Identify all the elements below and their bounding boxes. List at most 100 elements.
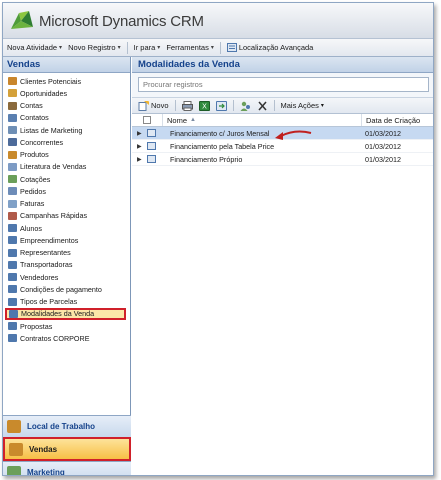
sidebar-item-label: Contatos bbox=[20, 113, 49, 123]
search-input[interactable] bbox=[138, 77, 429, 92]
sidebar-item[interactable]: Contas bbox=[3, 100, 130, 112]
sort-ascending-icon: ▲ bbox=[190, 117, 196, 123]
sidebar-item-label: Representantes bbox=[20, 248, 71, 258]
orders-icon bbox=[8, 187, 17, 196]
menu-advanced-find[interactable]: Localização Avançada bbox=[226, 43, 313, 52]
more-actions-label: Mais Ações bbox=[280, 101, 319, 110]
import-button[interactable] bbox=[215, 100, 227, 111]
sidebar-item[interactable]: Transportadoras bbox=[3, 259, 130, 271]
nav-list: Clientes Potenciais Oportunidades Contas Co… bbox=[3, 73, 130, 345]
sidebar-item[interactable]: Listas de Marketing bbox=[3, 124, 130, 136]
chevron-down-icon: ▾ bbox=[320, 103, 324, 109]
menu-new-activity[interactable]: Nova Atividade ▾ bbox=[7, 43, 62, 52]
print-button[interactable] bbox=[181, 100, 193, 111]
sidebar-item-label: Oportunidades bbox=[20, 88, 68, 98]
sidebar-item-label: Contratos CORPORE bbox=[20, 333, 90, 343]
main-content: Modalidades da Venda Novo bbox=[132, 57, 433, 475]
title-bar: Microsoft Dynamics CRM bbox=[3, 3, 433, 39]
sidebar-item[interactable]: Contratos CORPORE bbox=[3, 332, 130, 344]
sidebar-item[interactable]: Faturas bbox=[3, 198, 130, 210]
sidebar-item-label: Alunos bbox=[20, 223, 42, 233]
invoices-icon bbox=[8, 199, 17, 208]
import-icon bbox=[215, 100, 227, 111]
menu-new-record-label: Novo Registro bbox=[68, 43, 116, 52]
wunderbar: Local de Trabalho Vendas Marketing bbox=[3, 415, 131, 475]
row-name-cell[interactable]: Financiamento pela Tabela Price bbox=[162, 142, 361, 151]
sidebar-item[interactable]: Propostas bbox=[3, 320, 130, 332]
sidebar-item-label: Transportadoras bbox=[20, 260, 73, 270]
sales-icon bbox=[9, 442, 23, 456]
nav-header: Vendas bbox=[3, 57, 130, 73]
sidebar-item[interactable]: Campanhas Rápidas bbox=[3, 210, 130, 222]
expand-icon[interactable]: ▶ bbox=[137, 143, 147, 150]
advanced-find-icon bbox=[226, 43, 237, 52]
sidebar-item[interactable]: Literatura de Vendas bbox=[3, 161, 130, 173]
delete-button[interactable] bbox=[257, 101, 268, 111]
new-button[interactable]: Novo bbox=[138, 100, 169, 111]
toolbar-separator bbox=[174, 100, 176, 111]
sidebar-item[interactable]: Concorrentes bbox=[3, 136, 130, 148]
ventures-icon bbox=[8, 236, 17, 245]
leads-icon bbox=[8, 77, 17, 86]
sidebar-item[interactable]: Contatos bbox=[3, 112, 130, 124]
sidebar-item[interactable]: Oportunidades bbox=[3, 87, 130, 99]
sidebar-item[interactable]: Representantes bbox=[3, 247, 130, 259]
select-all-checkbox[interactable] bbox=[132, 116, 162, 124]
assign-button[interactable] bbox=[240, 101, 251, 111]
row-name-cell[interactable]: Financiamento Próprio bbox=[162, 155, 361, 164]
menu-tools[interactable]: Ferramentas ▾ bbox=[166, 43, 214, 52]
sidebar-item-label: Produtos bbox=[20, 150, 49, 160]
new-button-label: Novo bbox=[151, 101, 169, 110]
menu-bar: Nova Atividade ▾ Novo Registro ▾ Ir para ▾ … bbox=[3, 39, 433, 57]
dynamics-logo-icon bbox=[11, 11, 33, 29]
marketing-icon bbox=[7, 466, 21, 475]
proposals-icon bbox=[8, 322, 17, 331]
page-title: Modalidades da Venda bbox=[132, 57, 433, 73]
payment-terms-icon bbox=[8, 285, 17, 294]
column-header-name-label: Nome bbox=[167, 115, 188, 125]
wunderbar-button[interactable]: Local de Trabalho bbox=[3, 415, 131, 437]
sidebar-item[interactable]: Alunos bbox=[3, 222, 130, 234]
menu-go-to[interactable]: Ir para ▾ bbox=[134, 43, 161, 52]
sidebar-item-label: Contas bbox=[20, 101, 43, 111]
row-date-cell: 01/03/2012 bbox=[365, 154, 401, 164]
quotes-icon bbox=[8, 175, 17, 184]
record-icon bbox=[147, 155, 156, 163]
sidebar-item-label: Concorrentes bbox=[20, 137, 64, 147]
sidebar-item[interactable]: Tipos de Parcelas bbox=[3, 296, 130, 308]
expand-icon[interactable]: ▶ bbox=[137, 130, 147, 137]
crm-window: Microsoft Dynamics CRM Nova Atividade ▾ N… bbox=[2, 2, 434, 476]
sidebar-item-label: Modalidades da Venda bbox=[21, 309, 95, 319]
sidebar-item[interactable]: Pedidos bbox=[3, 185, 130, 197]
grid-toolbar: Novo X Mais Ações ▾ bbox=[132, 97, 433, 114]
sidebar-item[interactable]: Condições de pagamento bbox=[3, 283, 130, 295]
checkbox-icon bbox=[143, 116, 151, 124]
sidebar-item-label: Tipos de Parcelas bbox=[20, 297, 78, 307]
sidebar-item-label: Empreendimentos bbox=[20, 235, 79, 245]
column-header-name[interactable]: Nome ▲ bbox=[162, 114, 361, 126]
wunderbar-button[interactable]: Vendas bbox=[3, 437, 131, 461]
sidebar-item[interactable]: Modalidades da Venda bbox=[5, 307, 126, 320]
expand-icon[interactable]: ▶ bbox=[137, 156, 147, 163]
sidebar-item-label: Pedidos bbox=[20, 186, 46, 196]
row-controls: ▶ bbox=[132, 142, 162, 150]
menu-separator bbox=[219, 41, 221, 54]
menu-new-record[interactable]: Novo Registro ▾ bbox=[68, 43, 121, 52]
wunderbar-button[interactable]: Marketing bbox=[3, 461, 131, 475]
row-controls: ▶ bbox=[132, 155, 162, 163]
sellers-icon bbox=[8, 273, 17, 282]
sidebar-item[interactable]: Vendedores bbox=[3, 271, 130, 283]
grid-header: Nome ▲ Data de Criação bbox=[132, 114, 433, 127]
more-actions-button[interactable]: Mais Ações ▾ bbox=[281, 101, 324, 110]
menu-go-to-label: Ir para bbox=[133, 43, 156, 52]
sidebar-item[interactable]: Empreendimentos bbox=[3, 234, 130, 246]
sidebar-item[interactable]: Produtos bbox=[3, 149, 130, 161]
row-name-cell[interactable]: Financiamento c/ Juros Mensal bbox=[162, 129, 361, 138]
table-row[interactable]: ▶ Financiamento Próprio 01/03/2012 bbox=[132, 153, 433, 166]
installment-types-icon bbox=[8, 297, 17, 306]
sidebar-item[interactable]: Cotações bbox=[3, 173, 130, 185]
marketing-lists-icon bbox=[8, 126, 17, 135]
column-header-created-on[interactable]: Data de Criação bbox=[361, 114, 433, 126]
sidebar-item[interactable]: Clientes Potenciais bbox=[3, 75, 130, 87]
export-excel-button[interactable]: X bbox=[198, 100, 210, 111]
